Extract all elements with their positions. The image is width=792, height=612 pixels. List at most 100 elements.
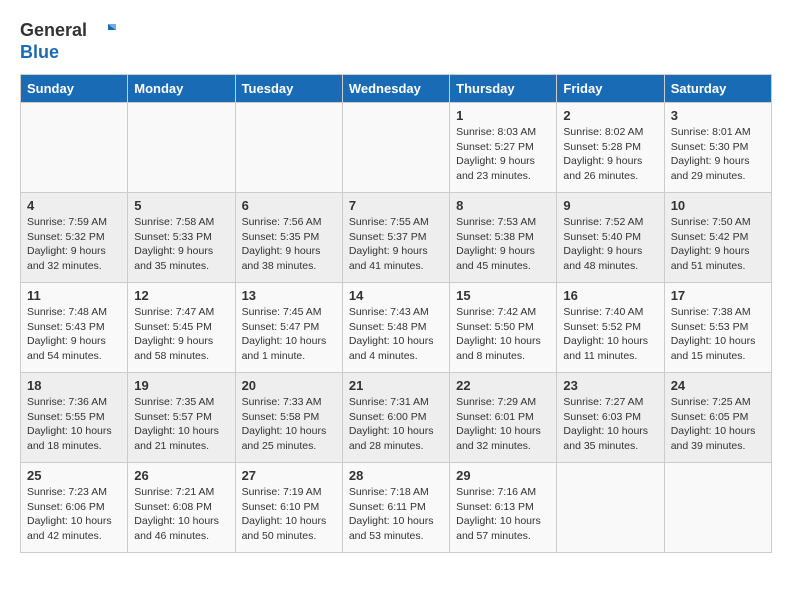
calendar-cell: 19 Sunrise: 7:35 AM Sunset: 5:57 PM Dayli… [128, 372, 235, 462]
day-number: 16 [563, 288, 657, 303]
cell-content: Sunrise: 7:29 AM Sunset: 6:01 PM Dayligh… [456, 395, 550, 454]
calendar-cell: 23 Sunrise: 7:27 AM Sunset: 6:03 PM Dayli… [557, 372, 664, 462]
calendar-cell: 27 Sunrise: 7:19 AM Sunset: 6:10 PM Dayli… [235, 462, 342, 552]
calendar-cell: 28Sunrise: 7:18 AM Sunset: 6:11 PM Dayli… [342, 462, 449, 552]
cell-content: Sunrise: 7:27 AM Sunset: 6:03 PM Dayligh… [563, 395, 657, 454]
cell-content: Sunrise: 7:48 AM Sunset: 5:43 PM Dayligh… [27, 305, 121, 364]
cell-content: Sunrise: 7:33 AM Sunset: 5:58 PM Dayligh… [242, 395, 336, 454]
calendar-header-monday: Monday [128, 74, 235, 102]
cell-content: Sunrise: 7:55 AM Sunset: 5:37 PM Dayligh… [349, 215, 443, 274]
cell-content: Sunrise: 7:38 AM Sunset: 5:53 PM Dayligh… [671, 305, 765, 364]
cell-content: Sunrise: 7:52 AM Sunset: 5:40 PM Dayligh… [563, 215, 657, 274]
calendar-cell [235, 102, 342, 192]
calendar-week-row: 25 Sunrise: 7:23 AM Sunset: 6:06 PM Dayli… [21, 462, 772, 552]
day-number: 3 [671, 108, 765, 123]
calendar-cell [128, 102, 235, 192]
cell-content: Sunrise: 8:03 AM Sunset: 5:27 PM Dayligh… [456, 125, 550, 184]
cell-content: Sunrise: 7:40 AM Sunset: 5:52 PM Dayligh… [563, 305, 657, 364]
calendar-cell: 25 Sunrise: 7:23 AM Sunset: 6:06 PM Dayli… [21, 462, 128, 552]
calendar-cell: 9 Sunrise: 7:52 AM Sunset: 5:40 PM Daylig… [557, 192, 664, 282]
calendar-table: SundayMondayTuesdayWednesdayThursdayFrid… [20, 74, 772, 553]
day-number: 23 [563, 378, 657, 393]
day-number: 9 [563, 198, 657, 213]
day-number: 17 [671, 288, 765, 303]
calendar-cell: 14 Sunrise: 7:43 AM Sunset: 5:48 PM Dayli… [342, 282, 449, 372]
calendar-cell: 10 Sunrise: 7:50 AM Sunset: 5:42 PM Dayli… [664, 192, 771, 282]
logo-text: General Blue [20, 20, 116, 64]
day-number: 26 [134, 468, 228, 483]
calendar-week-row: 18Sunrise: 7:36 AM Sunset: 5:55 PM Dayli… [21, 372, 772, 462]
day-number: 13 [242, 288, 336, 303]
calendar-header-sunday: Sunday [21, 74, 128, 102]
cell-content: Sunrise: 7:16 AM Sunset: 6:13 PM Dayligh… [456, 485, 550, 544]
calendar-cell: 2 Sunrise: 8:02 AM Sunset: 5:28 PM Daylig… [557, 102, 664, 192]
day-number: 10 [671, 198, 765, 213]
calendar-header-thursday: Thursday [450, 74, 557, 102]
calendar-cell: 26 Sunrise: 7:21 AM Sunset: 6:08 PM Dayli… [128, 462, 235, 552]
cell-content: Sunrise: 7:21 AM Sunset: 6:08 PM Dayligh… [134, 485, 228, 544]
calendar-cell: 22 Sunrise: 7:29 AM Sunset: 6:01 PM Dayli… [450, 372, 557, 462]
cell-content: Sunrise: 7:31 AM Sunset: 6:00 PM Dayligh… [349, 395, 443, 454]
calendar-header-wednesday: Wednesday [342, 74, 449, 102]
day-number: 2 [563, 108, 657, 123]
calendar-header-friday: Friday [557, 74, 664, 102]
calendar-cell: 21 Sunrise: 7:31 AM Sunset: 6:00 PM Dayli… [342, 372, 449, 462]
day-number: 12 [134, 288, 228, 303]
calendar-cell: 5Sunrise: 7:58 AM Sunset: 5:33 PM Daylig… [128, 192, 235, 282]
calendar-cell: 11Sunrise: 7:48 AM Sunset: 5:43 PM Dayli… [21, 282, 128, 372]
cell-content: Sunrise: 7:56 AM Sunset: 5:35 PM Dayligh… [242, 215, 336, 274]
logo-bird-icon [94, 20, 116, 42]
day-number: 1 [456, 108, 550, 123]
calendar-cell: 15Sunrise: 7:42 AM Sunset: 5:50 PM Dayli… [450, 282, 557, 372]
cell-content: Sunrise: 7:50 AM Sunset: 5:42 PM Dayligh… [671, 215, 765, 274]
calendar-cell [557, 462, 664, 552]
calendar-week-row: 4 Sunrise: 7:59 AM Sunset: 5:32 PM Daylig… [21, 192, 772, 282]
cell-content: Sunrise: 7:47 AM Sunset: 5:45 PM Dayligh… [134, 305, 228, 364]
day-number: 21 [349, 378, 443, 393]
cell-content: Sunrise: 7:35 AM Sunset: 5:57 PM Dayligh… [134, 395, 228, 454]
calendar-cell: 4 Sunrise: 7:59 AM Sunset: 5:32 PM Daylig… [21, 192, 128, 282]
cell-content: Sunrise: 8:01 AM Sunset: 5:30 PM Dayligh… [671, 125, 765, 184]
calendar-week-row: 11Sunrise: 7:48 AM Sunset: 5:43 PM Dayli… [21, 282, 772, 372]
logo: General Blue [20, 20, 116, 64]
day-number: 15 [456, 288, 550, 303]
day-number: 22 [456, 378, 550, 393]
calendar-cell: 7Sunrise: 7:55 AM Sunset: 5:37 PM Daylig… [342, 192, 449, 282]
calendar-header-row: SundayMondayTuesdayWednesdayThursdayFrid… [21, 74, 772, 102]
cell-content: Sunrise: 7:36 AM Sunset: 5:55 PM Dayligh… [27, 395, 121, 454]
cell-content: Sunrise: 7:18 AM Sunset: 6:11 PM Dayligh… [349, 485, 443, 544]
cell-content: Sunrise: 7:43 AM Sunset: 5:48 PM Dayligh… [349, 305, 443, 364]
calendar-cell: 1 Sunrise: 8:03 AM Sunset: 5:27 PM Daylig… [450, 102, 557, 192]
calendar-cell: 13Sunrise: 7:45 AM Sunset: 5:47 PM Dayli… [235, 282, 342, 372]
calendar-cell: 20 Sunrise: 7:33 AM Sunset: 5:58 PM Dayli… [235, 372, 342, 462]
cell-content: Sunrise: 8:02 AM Sunset: 5:28 PM Dayligh… [563, 125, 657, 184]
day-number: 5 [134, 198, 228, 213]
day-number: 6 [242, 198, 336, 213]
day-number: 24 [671, 378, 765, 393]
calendar-cell: 24Sunrise: 7:25 AM Sunset: 6:05 PM Dayli… [664, 372, 771, 462]
calendar-body: 1 Sunrise: 8:03 AM Sunset: 5:27 PM Daylig… [21, 102, 772, 552]
calendar-cell [21, 102, 128, 192]
day-number: 14 [349, 288, 443, 303]
calendar-cell: 6 Sunrise: 7:56 AM Sunset: 5:35 PM Daylig… [235, 192, 342, 282]
calendar-cell: 3 Sunrise: 8:01 AM Sunset: 5:30 PM Daylig… [664, 102, 771, 192]
cell-content: Sunrise: 7:23 AM Sunset: 6:06 PM Dayligh… [27, 485, 121, 544]
cell-content: Sunrise: 7:53 AM Sunset: 5:38 PM Dayligh… [456, 215, 550, 274]
calendar-cell: 17 Sunrise: 7:38 AM Sunset: 5:53 PM Dayli… [664, 282, 771, 372]
day-number: 8 [456, 198, 550, 213]
day-number: 4 [27, 198, 121, 213]
calendar-cell: 16 Sunrise: 7:40 AM Sunset: 5:52 PM Dayli… [557, 282, 664, 372]
calendar-cell: 18Sunrise: 7:36 AM Sunset: 5:55 PM Dayli… [21, 372, 128, 462]
day-number: 19 [134, 378, 228, 393]
day-number: 25 [27, 468, 121, 483]
day-number: 29 [456, 468, 550, 483]
cell-content: Sunrise: 7:19 AM Sunset: 6:10 PM Dayligh… [242, 485, 336, 544]
page-header: General Blue [20, 20, 772, 64]
calendar-header-tuesday: Tuesday [235, 74, 342, 102]
day-number: 27 [242, 468, 336, 483]
calendar-week-row: 1 Sunrise: 8:03 AM Sunset: 5:27 PM Daylig… [21, 102, 772, 192]
calendar-cell: 8 Sunrise: 7:53 AM Sunset: 5:38 PM Daylig… [450, 192, 557, 282]
calendar-cell [664, 462, 771, 552]
day-number: 20 [242, 378, 336, 393]
cell-content: Sunrise: 7:59 AM Sunset: 5:32 PM Dayligh… [27, 215, 121, 274]
